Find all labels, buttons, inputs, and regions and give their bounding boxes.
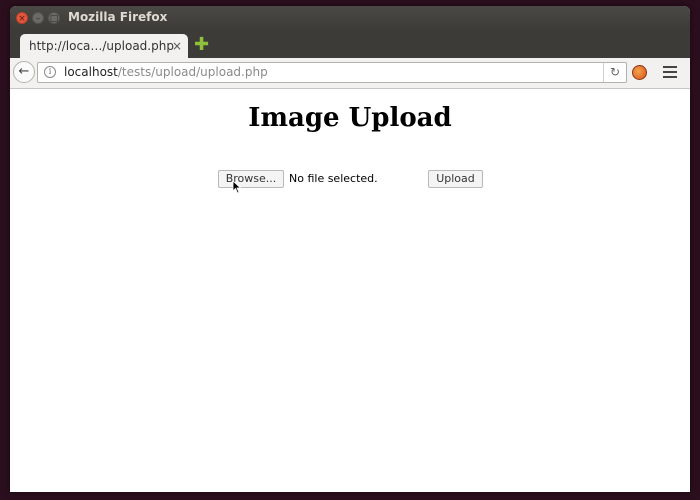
- file-status-text: No file selected.: [289, 172, 378, 185]
- addon-icon[interactable]: [632, 65, 647, 80]
- window-maximize-icon[interactable]: □: [48, 12, 60, 24]
- back-arrow-icon: ←: [18, 64, 30, 79]
- tab-upload-page[interactable]: http://loca…/upload.php ×: [20, 34, 188, 58]
- navigation-toolbar: ← i localhost/tests/upload/upload.php ↻: [10, 58, 690, 89]
- reload-icon[interactable]: ↻: [603, 63, 626, 82]
- tab-label: http://loca…/upload.php: [29, 39, 174, 53]
- page-content: Image Upload Browse... No file selected.…: [10, 89, 690, 492]
- url-text[interactable]: localhost/tests/upload/upload.php: [64, 65, 268, 79]
- new-tab-icon[interactable]: ✚: [194, 36, 209, 54]
- info-icon[interactable]: i: [44, 66, 56, 78]
- window-minimize-icon[interactable]: –: [32, 12, 44, 24]
- hamburger-menu-icon[interactable]: [663, 66, 677, 78]
- browse-button[interactable]: Browse...: [218, 170, 284, 188]
- url-path: /tests/upload/upload.php: [117, 65, 268, 79]
- url-host: localhost: [64, 65, 118, 79]
- tab-strip: http://loca…/upload.php × ✚: [10, 30, 690, 58]
- window-close-icon[interactable]: ×: [16, 12, 28, 24]
- upload-button[interactable]: Upload: [428, 170, 483, 188]
- back-button[interactable]: ←: [13, 61, 35, 83]
- window-title: Mozilla Firefox: [68, 10, 168, 24]
- title-bar: × – □ Mozilla Firefox: [10, 6, 690, 30]
- mouse-cursor-icon: [232, 180, 242, 194]
- browser-window: × – □ Mozilla Firefox http://loca…/uploa…: [10, 6, 690, 492]
- page-title: Image Upload: [248, 103, 452, 133]
- url-bar[interactable]: i localhost/tests/upload/upload.php ↻: [37, 62, 627, 83]
- tab-close-icon[interactable]: ×: [172, 34, 182, 58]
